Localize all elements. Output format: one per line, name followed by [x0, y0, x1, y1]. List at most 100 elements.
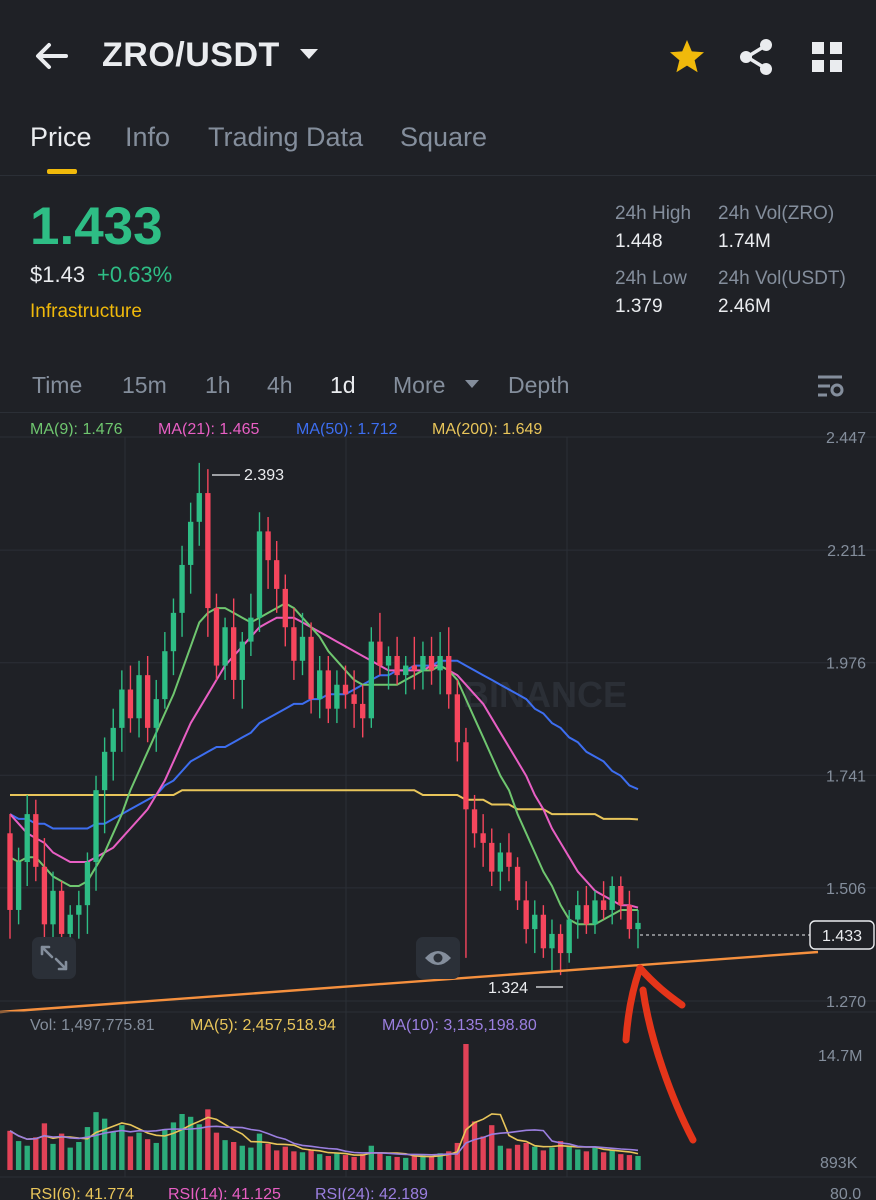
- interval-4h[interactable]: 4h: [267, 372, 293, 399]
- candle-body: [575, 905, 581, 920]
- candle-body: [583, 905, 590, 925]
- current-price-label: 1.433: [822, 928, 862, 945]
- candle-body: [41, 866, 48, 925]
- volume-bar: [334, 1153, 340, 1170]
- interval-1h[interactable]: 1h: [205, 372, 231, 399]
- volume-bar: [248, 1147, 254, 1170]
- volume-bar: [506, 1148, 512, 1170]
- volume-bar: [7, 1130, 13, 1170]
- pair-title[interactable]: ZRO/USDT: [102, 36, 280, 75]
- candle-body: [84, 862, 91, 906]
- volume-bar: [299, 1152, 306, 1170]
- candle-body: [446, 655, 452, 695]
- volume-bar: [618, 1154, 624, 1170]
- candle-body: [50, 890, 56, 925]
- candle-body: [437, 655, 443, 671]
- tab-square[interactable]: Square: [400, 122, 487, 153]
- volume-bar: [24, 1145, 30, 1170]
- candle-body: [385, 655, 392, 666]
- vol-axis-max: 14.7M: [818, 1048, 862, 1065]
- candle-body: [58, 890, 65, 934]
- candle-body: [463, 742, 469, 810]
- volume-bar: [368, 1145, 374, 1170]
- y-tick-label: 1.270: [826, 994, 866, 1011]
- candle-body: [635, 922, 641, 930]
- candle-body: [274, 560, 280, 589]
- candle-body: [566, 919, 572, 954]
- candle-body: [248, 617, 254, 642]
- candle-body: [299, 636, 306, 661]
- last-price: 1.433: [30, 197, 163, 256]
- volume-bar: [428, 1156, 435, 1170]
- category-tag[interactable]: Infrastructure: [30, 301, 142, 323]
- volume-bar: [291, 1151, 297, 1170]
- grid-icon[interactable]: [810, 40, 844, 74]
- chart-settings-icon[interactable]: [815, 372, 845, 400]
- candle-body: [411, 665, 417, 671]
- stat-24h-vol-quote-label: 24h Vol(USDT): [718, 268, 846, 289]
- candle-body: [342, 684, 349, 695]
- price-chart[interactable]: 2.447 2.211 1.976 1.741 1.506 1.270 BINANCE 2…: [0, 413, 876, 1200]
- candle-body: [119, 689, 125, 728]
- stat-24h-high-label: 24h High: [615, 203, 692, 224]
- interval-time[interactable]: Time: [32, 372, 82, 399]
- volume-bar: [609, 1150, 615, 1170]
- volume-bar: [385, 1156, 392, 1170]
- high-marker-label: 2.393: [244, 467, 284, 484]
- volume-bar: [351, 1156, 357, 1170]
- rsi-axis-label: 80.0: [830, 1186, 861, 1200]
- volume-bar: [213, 1132, 220, 1170]
- candle-body: [609, 885, 615, 910]
- back-arrow-icon[interactable]: [32, 36, 72, 76]
- tab-trading-data[interactable]: Trading Data: [208, 122, 363, 153]
- volume-bar: [360, 1154, 366, 1170]
- fullscreen-button[interactable]: [32, 937, 76, 979]
- more-caret-icon[interactable]: [464, 378, 480, 390]
- volume-bar: [67, 1147, 73, 1170]
- share-icon[interactable]: [738, 38, 774, 76]
- candle-body: [144, 675, 151, 728]
- candle-body: [33, 814, 39, 867]
- candle-body: [618, 885, 624, 906]
- candle-body: [480, 833, 486, 843]
- vol-legend: Vol: 1,497,775.81: [30, 1017, 155, 1034]
- stat-24h-vol-base-value: 1.74M: [718, 231, 771, 252]
- volume-bar: [101, 1118, 108, 1170]
- stat-24h-vol-base-label: 24h Vol(ZRO): [718, 203, 835, 224]
- volume-bar: [179, 1114, 185, 1170]
- volume-bar: [471, 1121, 478, 1170]
- volume-bar: [110, 1131, 116, 1170]
- volume-bar: [575, 1149, 581, 1170]
- volume-bar: [222, 1140, 228, 1170]
- interval-depth[interactable]: Depth: [508, 372, 569, 399]
- tab-info[interactable]: Info: [125, 122, 170, 153]
- y-tick-label: 1.506: [826, 881, 866, 898]
- candle-body: [170, 612, 177, 652]
- tab-price[interactable]: Price: [30, 122, 92, 153]
- volume-bar: [50, 1143, 56, 1170]
- star-icon[interactable]: [668, 38, 706, 76]
- visibility-button[interactable]: [416, 937, 460, 979]
- volume-bar: [308, 1149, 314, 1170]
- volume-bar: [136, 1132, 142, 1170]
- divider: [0, 175, 876, 176]
- volume-bar: [93, 1112, 99, 1170]
- candle-body: [76, 905, 82, 915]
- volume-bar: [127, 1136, 134, 1170]
- y-tick-label: 1.741: [826, 768, 866, 785]
- volume-bar: [411, 1156, 417, 1170]
- candle-body: [428, 655, 435, 671]
- caret-down-icon[interactable]: [298, 46, 320, 62]
- interval-1d[interactable]: 1d: [330, 372, 356, 399]
- active-tab-indicator: [47, 169, 77, 174]
- volume-bar: [15, 1141, 22, 1170]
- y-tick-label: 2.447: [826, 430, 866, 447]
- volume-bar: [489, 1125, 495, 1170]
- price-change: +0.63%: [97, 262, 173, 287]
- interval-more[interactable]: More: [393, 372, 445, 399]
- volume-bar: [317, 1154, 323, 1170]
- candle-body: [420, 655, 426, 671]
- interval-15m[interactable]: 15m: [122, 372, 167, 399]
- candle-body: [162, 651, 168, 700]
- candle-body: [394, 655, 400, 676]
